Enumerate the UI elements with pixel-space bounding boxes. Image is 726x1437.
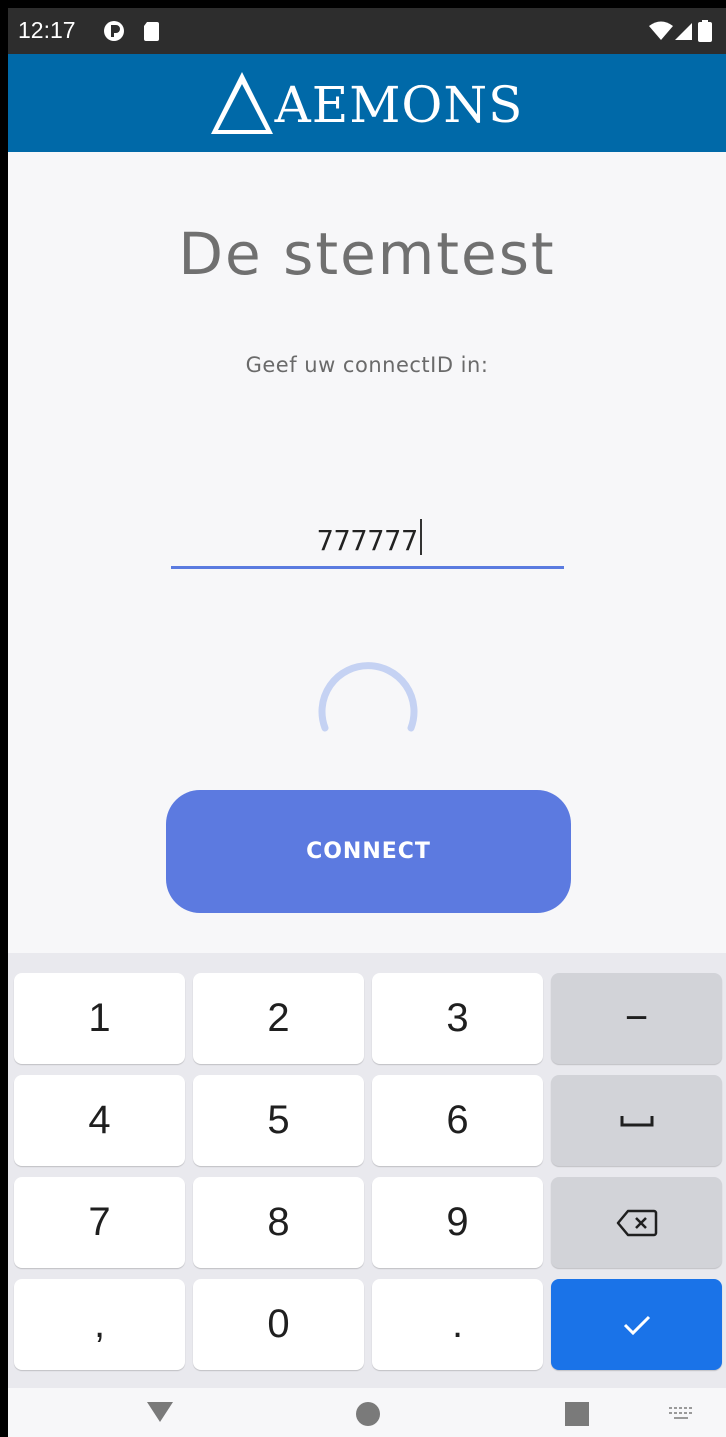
backspace-icon xyxy=(616,1209,657,1236)
key-9[interactable]: 9 xyxy=(372,1177,543,1268)
battery-icon xyxy=(698,20,712,42)
aemons-logo: AEMONS xyxy=(210,72,524,134)
connect-id-field-container xyxy=(171,514,564,569)
key-1[interactable]: 1 xyxy=(14,973,185,1064)
key-backspace[interactable] xyxy=(551,1177,722,1268)
key-4[interactable]: 4 xyxy=(14,1075,185,1166)
signal-icon xyxy=(675,23,692,40)
home-circle-icon[interactable] xyxy=(355,1401,381,1427)
logo-text: AEMONS xyxy=(274,76,524,134)
key-0[interactable]: 0 xyxy=(193,1279,364,1370)
page-title: De stemtest xyxy=(178,220,556,288)
phone-screen: 12:17 AEMONS De stemtest Geef uw connect… xyxy=(8,8,726,1437)
app-bar: AEMONS xyxy=(8,54,726,152)
checkmark-icon xyxy=(623,1315,650,1335)
back-triangle-icon[interactable] xyxy=(145,1400,175,1424)
wifi-icon xyxy=(649,21,673,40)
key-7[interactable]: 7 xyxy=(14,1177,185,1268)
key-space[interactable] xyxy=(551,1075,722,1166)
status-bar: 12:17 xyxy=(8,8,726,54)
space-bar-icon xyxy=(620,1115,653,1126)
key-period[interactable]: . xyxy=(372,1279,543,1370)
connect-id-prompt: Geef uw connectID in: xyxy=(245,353,489,377)
keyboard-switch-icon[interactable] xyxy=(668,1406,694,1422)
system-nav-bar xyxy=(8,1388,726,1437)
circle-p-icon xyxy=(104,21,124,41)
recents-square-icon[interactable] xyxy=(564,1401,590,1427)
connect-button[interactable]: CONNECT xyxy=(166,790,571,913)
key-5[interactable]: 5 xyxy=(193,1075,364,1166)
sd-card-icon xyxy=(144,22,159,41)
key-2[interactable]: 2 xyxy=(193,973,364,1064)
text-caret xyxy=(420,519,422,555)
key-done[interactable] xyxy=(551,1279,722,1370)
key-8[interactable]: 8 xyxy=(193,1177,364,1268)
key-6[interactable]: 6 xyxy=(372,1075,543,1166)
numeric-keyboard: 1 2 3 − 4 5 6 7 8 9 , 0 . xyxy=(8,953,726,1388)
status-time: 12:17 xyxy=(18,17,76,43)
key-3[interactable]: 3 xyxy=(372,973,543,1064)
key-comma[interactable]: , xyxy=(14,1279,185,1370)
connect-id-input[interactable] xyxy=(171,514,564,566)
key-minus[interactable]: − xyxy=(551,973,722,1064)
loading-spinner-icon xyxy=(318,662,418,732)
delta-triangle-icon xyxy=(210,72,273,134)
